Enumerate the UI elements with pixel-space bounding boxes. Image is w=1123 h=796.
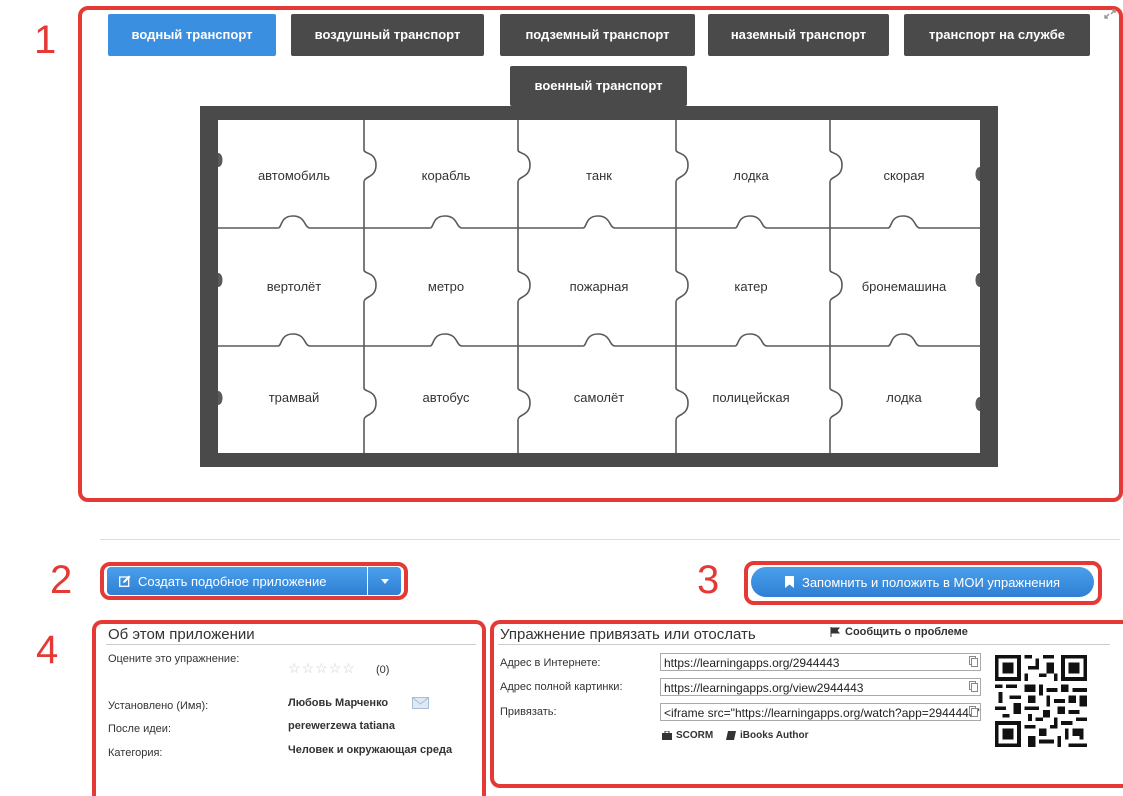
installed-label: Установлено (Имя):: [108, 700, 209, 712]
flag-icon: [830, 627, 840, 637]
star-icon[interactable]: ☆: [288, 660, 302, 676]
puzzle-piece[interactable]: лодка: [828, 342, 980, 453]
url-field[interactable]: https://learningapps.org/2944443: [660, 653, 981, 671]
copy-icon[interactable]: [969, 681, 978, 692]
embed-value: <iframe src="https://learningapps.org/wa…: [664, 706, 980, 720]
puzzle-piece[interactable]: трамвай: [218, 342, 370, 453]
tab-military-transport[interactable]: военный транспорт: [510, 66, 687, 106]
save-to-my-exercises-label: Запомнить и положить в МОИ упражнения: [801, 574, 1061, 590]
puzzle-piece[interactable]: танк: [523, 120, 675, 231]
tab-underground-transport[interactable]: подземный транспорт: [500, 14, 695, 56]
bookmark-icon: [784, 576, 794, 588]
create-similar-app-label: Создать подобное приложение: [138, 573, 327, 589]
scorm-label: SCORM: [676, 730, 714, 741]
qr-code: [995, 655, 1087, 747]
create-similar-app-button[interactable]: Создать подобное приложение: [107, 567, 367, 595]
mail-icon[interactable]: [412, 697, 429, 709]
puzzle-piece[interactable]: лодка: [675, 120, 827, 231]
puzzle-piece[interactable]: катер: [675, 231, 827, 342]
idea-author: perewerzewa tatiana: [288, 720, 395, 732]
puzzle-piece[interactable]: метро: [370, 231, 522, 342]
puzzle-piece[interactable]: корабль: [370, 120, 522, 231]
url-label: Адрес в Интернете:: [500, 657, 601, 669]
star-icon[interactable]: ☆: [342, 660, 356, 676]
full-image-field[interactable]: https://learningapps.org/view2944443: [660, 678, 981, 696]
section-divider: [100, 539, 1120, 540]
create-dropdown-toggle[interactable]: [368, 567, 401, 595]
about-title: Об этом приложении: [108, 626, 255, 643]
edit-icon: [119, 575, 131, 587]
copy-icon[interactable]: [969, 706, 978, 717]
idea-label: После идеи:: [108, 723, 171, 735]
caret-down-icon: [380, 578, 389, 584]
puzzle-piece[interactable]: скорая: [828, 120, 980, 231]
puzzle-piece[interactable]: автобус: [370, 342, 522, 453]
star-icon[interactable]: ☆: [315, 660, 329, 676]
full-image-label: Адрес полной картинки:: [500, 681, 623, 693]
tab-air-transport[interactable]: воздушный транспорт: [291, 14, 484, 56]
copy-icon[interactable]: [969, 656, 978, 667]
share-title: Упражнение привязать или отослать: [500, 626, 756, 643]
scorm-link[interactable]: SCORM: [662, 730, 713, 741]
report-problem-link[interactable]: Сообщить о проблеме: [830, 626, 968, 638]
puzzle-area: автомобиль корабль танк лодка скорая вер…: [218, 120, 980, 453]
embed-field[interactable]: <iframe src="https://learningapps.org/wa…: [660, 703, 981, 721]
rating-count: (0): [376, 664, 390, 676]
category-label: Категория:: [108, 747, 163, 759]
puzzle-piece[interactable]: пожарная: [523, 231, 675, 342]
share-title-rule: [498, 644, 1110, 645]
expand-icon[interactable]: [1104, 9, 1116, 19]
puzzle-board: автомобиль корабль танк лодка скорая вер…: [200, 106, 998, 467]
puzzle-piece[interactable]: вертолёт: [218, 231, 370, 342]
star-icon[interactable]: ☆: [329, 660, 343, 676]
annotation-3: 3: [697, 558, 720, 602]
puzzle-piece[interactable]: полицейская: [675, 342, 827, 453]
embed-label: Привязать:: [500, 706, 557, 718]
rate-label: Оцените это упражнение:: [108, 653, 240, 665]
installed-author: Любовь Марченко: [288, 697, 389, 709]
tab-ground-transport[interactable]: наземный транспорт: [708, 14, 889, 56]
briefcase-icon: [662, 731, 672, 740]
url-value: https://learningapps.org/2944443: [664, 656, 840, 670]
star-icon[interactable]: ☆: [302, 660, 316, 676]
tab-service-transport[interactable]: транспорт на службе: [904, 14, 1090, 56]
category-value: Человек и окружающая среда: [288, 744, 453, 756]
save-to-my-exercises-button[interactable]: Запомнить и положить в МОИ упражнения: [751, 567, 1094, 597]
annotation-2: 2: [50, 558, 73, 602]
puzzle-piece[interactable]: автомобиль: [218, 120, 370, 231]
rating-stars[interactable]: ☆☆☆☆☆: [288, 660, 356, 677]
puzzle-piece[interactable]: бронемашина: [828, 231, 980, 342]
annotation-1: 1: [34, 18, 57, 62]
puzzle-piece[interactable]: самолёт: [523, 342, 675, 453]
category-tabs: водный транспорт воздушный транспорт под…: [100, 14, 1100, 106]
ibooks-author-link[interactable]: iBooks Author: [726, 730, 809, 741]
report-problem-label: Сообщить о проблеме: [845, 626, 968, 638]
about-title-rule: [106, 644, 476, 645]
ibooks-author-label: iBooks Author: [740, 730, 809, 741]
annotation-4: 4: [36, 628, 59, 672]
tab-water-transport[interactable]: водный транспорт: [108, 14, 276, 56]
full-image-value: https://learningapps.org/view2944443: [664, 681, 864, 695]
book-icon: [726, 731, 736, 740]
